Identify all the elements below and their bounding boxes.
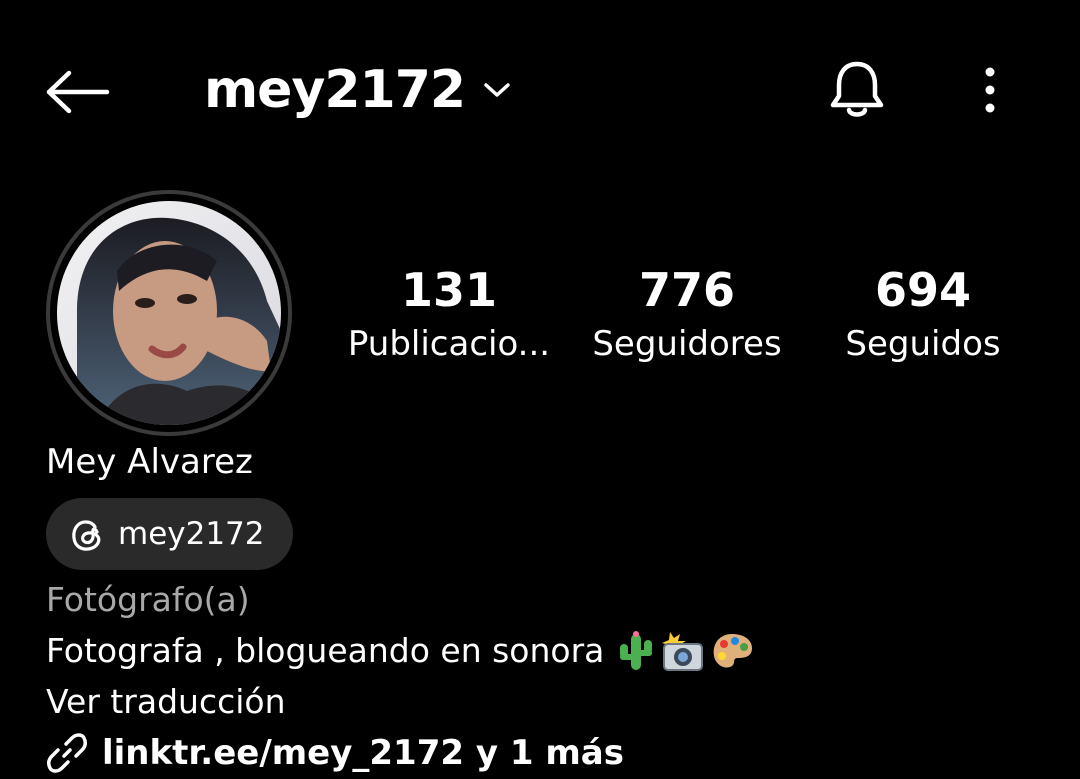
account-switcher[interactable]: mey2172 [204,52,511,128]
following-label: Seguidos [845,324,1001,364]
link-icon [46,733,88,773]
threads-icon [72,520,101,551]
profile-photo [57,201,281,425]
bio-line: Fotografa , blogueando en sonora [46,628,754,674]
followers-count: 776 [638,263,736,317]
chevron-down-icon [484,83,510,97]
link-text: linktr.ee/mey_2172 y 1 más [102,733,624,773]
notifications-button[interactable] [822,54,892,126]
threads-badge[interactable]: mey2172 [46,498,293,570]
stat-followers[interactable]: 776 Seguidores [572,262,802,366]
stat-following[interactable]: 694 Seguidos [808,262,1038,366]
bio-emojis [616,630,754,672]
profile-avatar[interactable] [46,190,292,436]
see-translation-link[interactable]: Ver traducción [46,680,286,724]
cactus-emoji [620,631,653,670]
profile-category: Fotógrafo(a) [46,580,250,619]
arrow-left-icon [46,70,110,114]
bio-text: Fotografa , blogueando en sonora [46,631,605,670]
profile-username: mey2172 [204,60,466,120]
threads-username: mey2172 [118,516,265,552]
camera-flash-emoji [662,632,704,671]
more-vertical-icon [985,67,995,113]
full-name: Mey Alvarez [46,442,253,482]
stat-posts[interactable]: 131 Publicacio... [334,262,564,366]
following-count: 694 [874,263,972,317]
external-link[interactable]: linktr.ee/mey_2172 y 1 más [46,728,624,778]
bell-icon [830,61,884,117]
followers-label: Seguidores [592,324,782,364]
posts-label: Publicacio... [347,324,551,364]
palette-emoji [714,634,753,668]
back-button[interactable] [40,60,116,124]
more-options-button[interactable] [962,58,1018,122]
posts-count: 131 [400,263,498,317]
